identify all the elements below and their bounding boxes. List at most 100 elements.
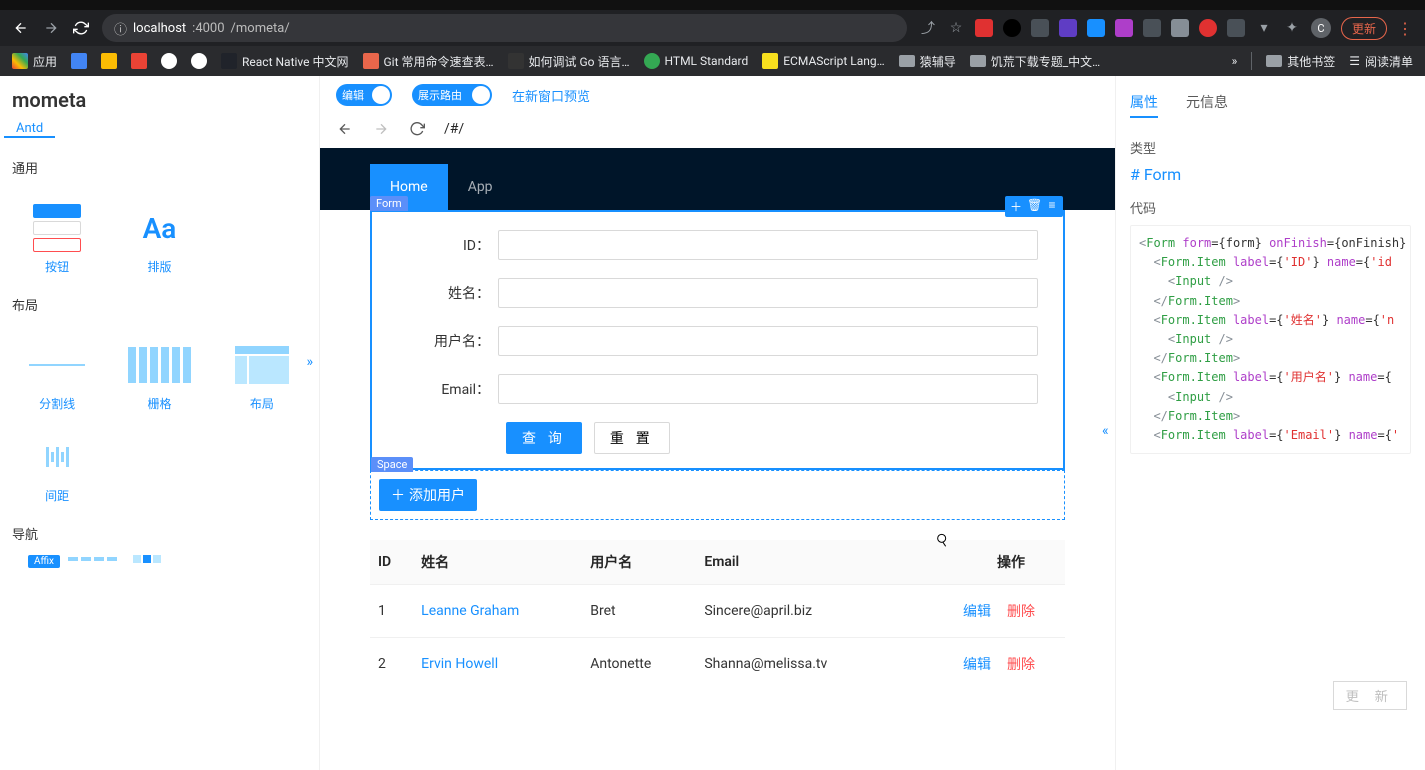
- add-user-button[interactable]: ＋添加用户: [379, 479, 477, 511]
- group-header-nav: 导航: [0, 518, 319, 549]
- ext-icon[interactable]: [1059, 19, 1077, 37]
- preview-new-window-link[interactable]: 在新窗口预览: [512, 86, 590, 105]
- ext-icon[interactable]: [975, 19, 993, 37]
- ext-icon[interactable]: [1199, 19, 1217, 37]
- label-id: ID: [388, 235, 498, 255]
- group-header-general: 通用: [0, 152, 319, 183]
- label-email: Email: [388, 379, 498, 399]
- bookmark-item[interactable]: 如何调试 Go 语言…: [508, 53, 630, 70]
- selection-label-space: Space: [371, 457, 413, 472]
- component-typography[interactable]: Aa 排版: [110, 187, 208, 275]
- share-icon[interactable]: ⤴: [919, 19, 937, 37]
- profile-avatar[interactable]: C: [1311, 18, 1331, 38]
- ext-icon[interactable]: [1171, 19, 1189, 37]
- bookmark-item[interactable]: 饥荒下载专题_中文…: [970, 53, 1100, 70]
- tab-attributes[interactable]: 属性: [1130, 92, 1158, 118]
- route-switch[interactable]: 展示路由: [412, 84, 492, 106]
- search-button[interactable]: 查 询: [506, 422, 582, 454]
- url-field[interactable]: ⓘ localhost:4000/mometa/: [102, 14, 907, 42]
- component-affix[interactable]: Affix: [20, 549, 52, 568]
- tab-app[interactable]: App: [448, 164, 513, 210]
- preview-route: /#/: [444, 121, 464, 137]
- library-tab-antd[interactable]: Antd: [4, 121, 55, 138]
- top-controls: 编辑 展示路由 在新窗口预览: [320, 76, 1115, 114]
- selection-label-form: Form: [370, 196, 408, 211]
- component-grid[interactable]: 栅格: [110, 324, 208, 412]
- bookmark-item[interactable]: [161, 53, 177, 69]
- reload-icon[interactable]: [72, 19, 90, 37]
- code-heading: 代码: [1130, 198, 1411, 217]
- collapse-handle-icon[interactable]: «: [1102, 423, 1109, 439]
- forward-icon[interactable]: [42, 19, 60, 37]
- bookmark-item[interactable]: HTML Standard: [644, 53, 749, 69]
- bookmark-item[interactable]: Git 常用命令速查表…: [363, 53, 494, 70]
- preview-back-icon[interactable]: [336, 120, 354, 138]
- tab-meta[interactable]: 元信息: [1186, 92, 1228, 118]
- hovered-space-block[interactable]: Space ＋添加用户: [370, 470, 1065, 520]
- preview-app-header: Home App: [320, 148, 1115, 210]
- user-link[interactable]: Leanne Graham: [421, 603, 519, 619]
- type-heading: 类型: [1130, 138, 1411, 157]
- hash-icon: #: [1130, 165, 1140, 184]
- preview-reload-icon[interactable]: [408, 120, 426, 138]
- preview-forward-icon[interactable]: [372, 120, 390, 138]
- selection-delete-icon[interactable]: 🗑: [1027, 198, 1041, 215]
- row-delete-link[interactable]: 删除: [1007, 604, 1035, 620]
- bookmark-item[interactable]: ECMAScript Lang…: [762, 53, 884, 69]
- bookmark-item[interactable]: [71, 53, 87, 69]
- ext-icon[interactable]: [1031, 19, 1049, 37]
- apps-button[interactable]: 应用: [12, 53, 57, 70]
- row-edit-link[interactable]: 编辑: [963, 657, 991, 673]
- selection-add-icon[interactable]: ＋: [1009, 198, 1023, 215]
- component-divider[interactable]: 分割线: [8, 324, 106, 412]
- ext-icon[interactable]: [1115, 19, 1133, 37]
- input-id[interactable]: [498, 230, 1038, 260]
- component-pagination[interactable]: [133, 555, 161, 563]
- ext-icon[interactable]: [1087, 19, 1105, 37]
- other-bookmarks[interactable]: 其他书签: [1266, 53, 1335, 70]
- bookmarks-more[interactable]: »: [1232, 54, 1238, 68]
- input-username[interactable]: [498, 326, 1038, 356]
- code-editor[interactable]: <Form form={form} onFinish={onFinish} la…: [1130, 225, 1411, 454]
- app-brand: mometa: [0, 88, 319, 120]
- user-link[interactable]: Ervin Howell: [421, 656, 498, 672]
- inspector-panel: « 属性 元信息 类型 #Form 代码 <Form form={form} o…: [1115, 76, 1425, 770]
- ext-icon[interactable]: [1003, 19, 1021, 37]
- extensions-icon[interactable]: ✦: [1283, 19, 1301, 37]
- component-button[interactable]: 按钮: [8, 187, 106, 275]
- component-steps[interactable]: [68, 557, 117, 561]
- col-email: Email: [696, 540, 902, 585]
- more-icon[interactable]: »: [306, 354, 313, 370]
- bookmarks-bar: 应用 React Native 中文网 Git 常用命令速查表… 如何调试 Go…: [0, 46, 1425, 76]
- col-id: ID: [370, 540, 413, 585]
- reset-button[interactable]: 重 置: [594, 422, 670, 454]
- component-palette: mometa Antd 通用 按钮 Aa 排版 布局 分割线 栅格: [0, 76, 320, 770]
- bookmark-item[interactable]: React Native 中文网: [221, 53, 348, 70]
- group-header-layout: 布局: [0, 289, 319, 320]
- bookmark-item[interactable]: 猿辅导: [899, 53, 956, 70]
- row-delete-link[interactable]: 删除: [1007, 657, 1035, 673]
- browser-update-button[interactable]: 更新: [1341, 17, 1387, 40]
- update-button[interactable]: 更 新: [1333, 681, 1407, 710]
- bookmark-item[interactable]: [131, 53, 147, 69]
- reading-list[interactable]: ☰阅读清单: [1349, 53, 1413, 70]
- back-icon[interactable]: [12, 19, 30, 37]
- url-port: :4000: [192, 21, 224, 36]
- input-email[interactable]: [498, 374, 1038, 404]
- bookmark-item[interactable]: [101, 53, 117, 69]
- bookmark-item[interactable]: [191, 53, 207, 69]
- menu-icon[interactable]: ⋮: [1397, 19, 1413, 38]
- ext-icon[interactable]: [1227, 19, 1245, 37]
- edit-switch[interactable]: 编辑: [336, 84, 392, 106]
- address-bar: ⓘ localhost:4000/mometa/ ⤴ ☆ ▾ ✦ C 更新 ⋮: [0, 10, 1425, 46]
- site-info-icon[interactable]: ⓘ: [114, 19, 127, 38]
- selected-form-block[interactable]: Form ＋ 🗑 ≡ ID 姓名 用户名 Email 查 询 重 置: [370, 210, 1065, 470]
- ext-icon[interactable]: [1143, 19, 1161, 37]
- filter-icon[interactable]: ▾: [1255, 19, 1273, 37]
- selection-menu-icon[interactable]: ≡: [1045, 198, 1059, 215]
- component-space[interactable]: 间距: [8, 416, 106, 504]
- star-icon[interactable]: ☆: [947, 19, 965, 37]
- row-edit-link[interactable]: 编辑: [963, 604, 991, 620]
- component-layout[interactable]: 布局 »: [213, 324, 311, 412]
- input-name[interactable]: [498, 278, 1038, 308]
